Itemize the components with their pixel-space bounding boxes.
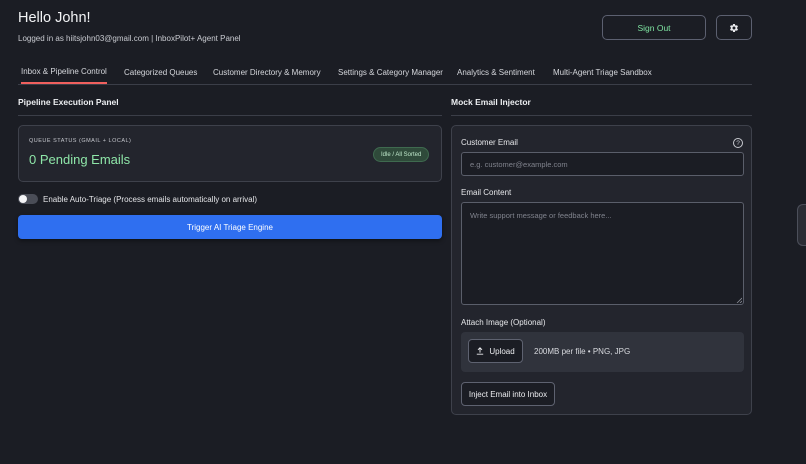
upload-icon <box>477 347 484 355</box>
upload-button[interactable]: Upload <box>468 339 523 363</box>
injector-divider <box>451 115 752 116</box>
tab-inbox-pipeline[interactable]: Inbox & Pipeline Control <box>21 60 107 84</box>
settings-button[interactable] <box>716 15 752 40</box>
tab-categorized-queues[interactable]: Categorized Queues <box>124 60 197 84</box>
auto-triage-toggle[interactable] <box>18 194 38 204</box>
tab-settings-category[interactable]: Settings & Category Manager <box>338 60 443 84</box>
auto-triage-row: Enable Auto-Triage (Process emails autom… <box>18 193 257 205</box>
resize-grip-icon[interactable] <box>736 297 742 303</box>
sign-out-button[interactable]: Sign Out <box>602 15 706 40</box>
greeting-title: Hello John! <box>18 10 91 26</box>
email-content-textarea[interactable] <box>461 202 744 305</box>
tab-multi-agent-sandbox[interactable]: Multi-Agent Triage Sandbox <box>553 60 652 84</box>
injector-panel-title: Mock Email Injector <box>451 97 531 107</box>
file-dropzone[interactable]: Upload 200MB per file • PNG, JPG <box>461 332 744 372</box>
attach-image-label: Attach Image (Optional) <box>461 318 546 327</box>
toggle-knob <box>19 195 27 203</box>
mock-email-injector-card: Customer Email ? Email Content Attach Im… <box>451 125 752 415</box>
tab-analytics-sentiment[interactable]: Analytics & Sentiment <box>457 60 535 84</box>
customer-email-input[interactable] <box>461 152 744 176</box>
pipeline-divider <box>18 115 442 116</box>
inject-email-button[interactable]: Inject Email into Inbox <box>461 382 555 406</box>
sidebar-edge-handle[interactable] <box>797 204 806 246</box>
upload-hint: 200MB per file • PNG, JPG <box>534 347 631 356</box>
customer-email-label: Customer Email <box>461 138 518 147</box>
help-icon[interactable]: ? <box>733 138 743 148</box>
queue-status-label: QUEUE STATUS (GMAIL + LOCAL) <box>29 138 132 144</box>
upload-label: Upload <box>489 346 515 356</box>
auto-triage-label: Enable Auto-Triage (Process emails autom… <box>43 194 258 204</box>
status-badge: Idle / All Sorted <box>373 147 430 162</box>
tab-customer-directory[interactable]: Customer Directory & Memory <box>213 60 321 84</box>
queue-status-card: QUEUE STATUS (GMAIL + LOCAL) 0 Pending E… <box>18 125 442 182</box>
login-subline: Logged in as hiitsjohn03@gmail.com | Inb… <box>18 34 241 43</box>
pipeline-panel-title: Pipeline Execution Panel <box>18 97 119 107</box>
email-content-label: Email Content <box>461 188 512 197</box>
main-tabs: Inbox & Pipeline Control Categorized Que… <box>18 60 752 85</box>
trigger-triage-button[interactable]: Trigger AI Triage Engine <box>18 215 442 239</box>
gear-icon <box>730 23 738 32</box>
pending-emails-count: 0 Pending Emails <box>29 152 131 167</box>
